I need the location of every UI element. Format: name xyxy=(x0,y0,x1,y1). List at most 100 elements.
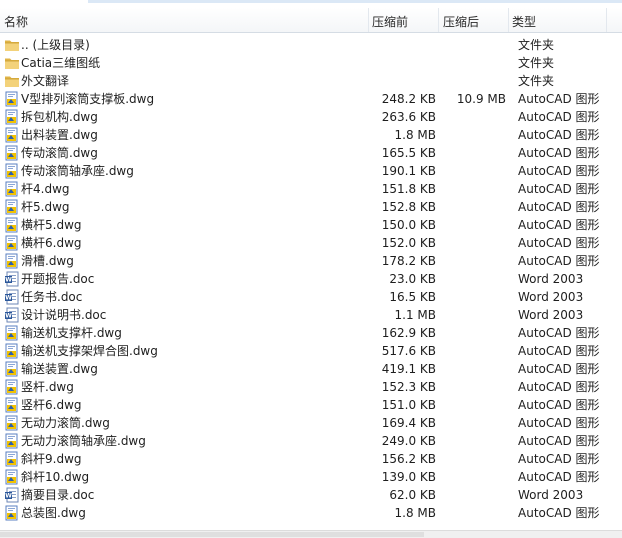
file-name: .. (上级目录) xyxy=(21,38,90,52)
file-type: AutoCAD 图形 xyxy=(518,164,600,178)
file-size: 151.8 KB xyxy=(381,182,436,196)
file-row[interactable]: W 设计说明书.doc 1.1 MB Word 2003 xyxy=(0,306,622,324)
file-row[interactable]: 输送机支撑杆.dwg 162.9 KB AutoCAD 图形 xyxy=(0,324,622,342)
file-row[interactable]: .. (上级目录) 文件夹 xyxy=(0,36,622,54)
file-size: 150.0 KB xyxy=(381,218,436,232)
file-size: 62.0 KB xyxy=(389,488,436,502)
file-type: 文件夹 xyxy=(518,56,555,70)
file-row[interactable]: W 开题报告.doc 23.0 KB Word 2003 xyxy=(0,270,622,288)
file-size: 263.6 KB xyxy=(381,110,436,124)
file-name: 输送机支撑杆.dwg xyxy=(21,326,122,340)
file-row[interactable]: 滑槽.dwg 178.2 KB AutoCAD 图形 xyxy=(0,252,622,270)
file-size: 190.1 KB xyxy=(381,164,436,178)
file-row[interactable]: 拆包机构.dwg 263.6 KB AutoCAD 图形 xyxy=(0,108,622,126)
file-size: 1.1 MB xyxy=(394,308,436,322)
file-row[interactable]: 无动力滚筒.dwg 169.4 KB AutoCAD 图形 xyxy=(0,414,622,432)
scrollbar-thumb[interactable] xyxy=(0,532,424,537)
file-name: 杆4.dwg xyxy=(21,182,70,196)
file-type: Word 2003 xyxy=(518,308,584,322)
file-row[interactable]: 横杆5.dwg 150.0 KB AutoCAD 图形 xyxy=(0,216,622,234)
file-row[interactable]: V型排列滚筒支撑板.dwg 248.2 KB 10.9 MB AutoCAD 图形 xyxy=(0,90,622,108)
column-separator[interactable] xyxy=(368,8,369,32)
doc-file-icon: W xyxy=(4,271,20,287)
file-row[interactable]: 输送装置.dwg 419.1 KB AutoCAD 图形 xyxy=(0,360,622,378)
file-size: 517.6 KB xyxy=(381,344,436,358)
file-name: 无动力滚筒.dwg xyxy=(21,416,110,430)
file-size: 139.0 KB xyxy=(381,470,436,484)
file-name: 横杆6.dwg xyxy=(21,236,82,250)
file-type: AutoCAD 图形 xyxy=(518,506,600,520)
file-type: AutoCAD 图形 xyxy=(518,380,600,394)
file-row[interactable]: 传动滚筒.dwg 165.5 KB AutoCAD 图形 xyxy=(0,144,622,162)
file-row[interactable]: Catia三维图纸 文件夹 xyxy=(0,54,622,72)
file-type: AutoCAD 图形 xyxy=(518,344,600,358)
file-name: 无动力滚筒轴承座.dwg xyxy=(21,434,146,448)
dwg-file-icon xyxy=(4,181,20,197)
file-type: AutoCAD 图形 xyxy=(518,452,600,466)
file-row[interactable]: 杆5.dwg 152.8 KB AutoCAD 图形 xyxy=(0,198,622,216)
svg-text:W: W xyxy=(5,493,12,500)
file-size: 1.8 MB xyxy=(394,506,436,520)
dwg-file-icon xyxy=(4,415,20,431)
file-size: 151.0 KB xyxy=(381,398,436,412)
file-type: 文件夹 xyxy=(518,74,555,88)
file-row[interactable]: 竖杆6.dwg 151.0 KB AutoCAD 图形 xyxy=(0,396,622,414)
dwg-file-icon xyxy=(4,505,20,521)
dwg-file-icon xyxy=(4,469,20,485)
dwg-file-icon xyxy=(4,91,20,107)
dwg-file-icon xyxy=(4,361,20,377)
column-header-bar: 名称 压缩前 压缩后 类型 xyxy=(0,8,622,33)
file-type: AutoCAD 图形 xyxy=(518,362,600,376)
file-row[interactable]: 杆4.dwg 151.8 KB AutoCAD 图形 xyxy=(0,180,622,198)
file-type: Word 2003 xyxy=(518,488,584,502)
file-size: 152.0 KB xyxy=(381,236,436,250)
file-row[interactable]: 斜杆9.dwg 156.2 KB AutoCAD 图形 xyxy=(0,450,622,468)
column-separator[interactable] xyxy=(508,8,509,32)
folder-icon xyxy=(4,55,20,71)
file-type: AutoCAD 图形 xyxy=(518,470,600,484)
file-row[interactable]: 横杆6.dwg 152.0 KB AutoCAD 图形 xyxy=(0,234,622,252)
file-row[interactable]: 竖杆.dwg 152.3 KB AutoCAD 图形 xyxy=(0,378,622,396)
file-type: AutoCAD 图形 xyxy=(518,416,600,430)
dwg-file-icon xyxy=(4,163,20,179)
dwg-file-icon xyxy=(4,199,20,215)
file-row[interactable]: 无动力滚筒轴承座.dwg 249.0 KB AutoCAD 图形 xyxy=(0,432,622,450)
dwg-file-icon xyxy=(4,217,20,233)
file-name: 外文翻译 xyxy=(21,74,70,88)
dwg-file-icon xyxy=(4,235,20,251)
file-row[interactable]: 出料装置.dwg 1.8 MB AutoCAD 图形 xyxy=(0,126,622,144)
column-separator[interactable] xyxy=(438,8,439,32)
column-separator[interactable] xyxy=(606,8,607,32)
file-row[interactable]: 外文翻译 文件夹 xyxy=(0,72,622,90)
file-type: AutoCAD 图形 xyxy=(518,110,600,124)
file-size: 178.2 KB xyxy=(381,254,436,268)
file-name: 总装图.dwg xyxy=(21,506,86,520)
file-row[interactable]: 传动滚筒轴承座.dwg 190.1 KB AutoCAD 图形 xyxy=(0,162,622,180)
file-size: 23.0 KB xyxy=(389,272,436,286)
file-type: AutoCAD 图形 xyxy=(518,326,600,340)
column-header-type[interactable]: 类型 xyxy=(512,14,536,30)
file-name: 滑槽.dwg xyxy=(21,254,74,268)
folder-icon xyxy=(4,73,20,89)
file-row[interactable]: 输送机支撑架焊合图.dwg 517.6 KB AutoCAD 图形 xyxy=(0,342,622,360)
column-header-name[interactable]: 名称 xyxy=(4,14,28,30)
file-type: AutoCAD 图形 xyxy=(518,218,600,232)
file-row[interactable]: 总装图.dwg 1.8 MB AutoCAD 图形 xyxy=(0,504,622,522)
column-header-compressed[interactable]: 压缩后 xyxy=(443,14,479,30)
dwg-file-icon xyxy=(4,433,20,449)
dwg-file-icon xyxy=(4,253,20,269)
file-type: AutoCAD 图形 xyxy=(518,92,600,106)
file-name: 竖杆6.dwg xyxy=(21,398,82,412)
file-name: 开题报告.doc xyxy=(21,272,95,286)
svg-text:W: W xyxy=(5,313,12,320)
file-row[interactable]: W 摘要目录.doc 62.0 KB Word 2003 xyxy=(0,486,622,504)
column-header-size[interactable]: 压缩前 xyxy=(372,14,408,30)
file-row[interactable]: 斜杆10.dwg 139.0 KB AutoCAD 图形 xyxy=(0,468,622,486)
file-size: 165.5 KB xyxy=(381,146,436,160)
file-size: 249.0 KB xyxy=(381,434,436,448)
file-row[interactable]: W 任务书.doc 16.5 KB Word 2003 xyxy=(0,288,622,306)
folder-icon xyxy=(4,37,20,53)
file-name: 摘要目录.doc xyxy=(21,488,95,502)
file-size: 16.5 KB xyxy=(389,290,436,304)
file-name: 横杆5.dwg xyxy=(21,218,82,232)
